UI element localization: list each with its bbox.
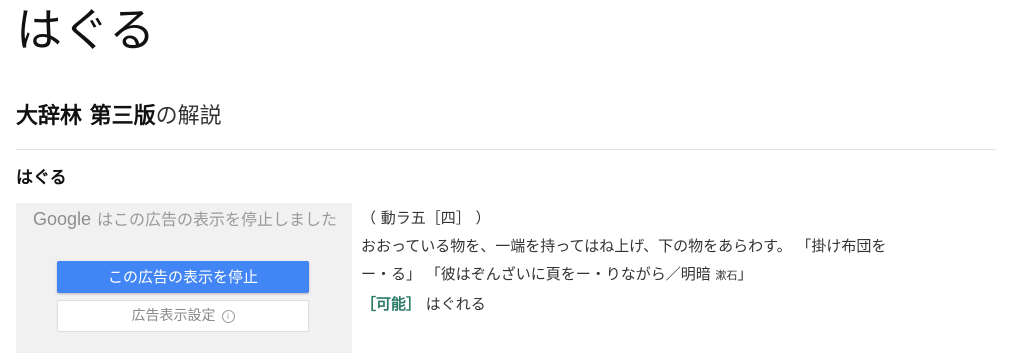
potential-form: はぐれる	[421, 295, 486, 313]
entry-title: はぐる	[16, 168, 67, 188]
definition-text: おおっている物を、一端を持ってはね上げ、下の物をあらわす。 「掛け布団を ー・る…	[361, 232, 1001, 290]
definition-line-2: ー・る」 「彼はぞんざいに頁をー・りながら／明暗	[361, 265, 716, 283]
ad-message-text: はこの広告の表示を停止しました	[97, 210, 338, 229]
info-icon: i	[221, 310, 235, 323]
ad-settings-button[interactable]: 広告表示設定 i	[57, 300, 309, 332]
section-divider	[16, 149, 996, 150]
ad-settings-label: 広告表示設定	[131, 308, 216, 324]
quote-author: 漱石	[715, 269, 738, 282]
part-of-speech: （ 動ラ五［四］ ）	[361, 209, 491, 227]
ad-stopped-message: Google はこの広告の表示を停止しました	[26, 207, 344, 232]
definition-line-1: おおっている物を、一端を持ってはね上げ、下の物をあらわす。 「掛け布団を	[361, 237, 887, 255]
page: はぐる 大辞林 第三版の解説 はぐる Google はこの広告の表示を停止しました…	[0, 0, 1012, 353]
potential-form-row: ［可能］ はぐれる	[361, 290, 1001, 318]
quote-close: 」	[737, 265, 753, 283]
potential-label: ［可能］	[361, 295, 422, 313]
google-logo: Google	[32, 209, 92, 229]
dictionary-heading-suffix: の解説	[155, 104, 222, 129]
ad-panel: Google はこの広告の表示を停止しました この広告の表示を停止 広告表示設定 i	[16, 203, 352, 353]
dictionary-heading: 大辞林 第三版の解説	[16, 100, 222, 134]
definition-body: （ 動ラ五［四］ ） おおっている物を、一端を持ってはね上げ、下の物をあらわす。…	[361, 204, 1001, 318]
headword-title: はぐる	[16, 3, 157, 57]
dictionary-name: 大辞林 第三版	[16, 104, 156, 129]
stop-ad-button[interactable]: この広告の表示を停止	[57, 261, 309, 293]
